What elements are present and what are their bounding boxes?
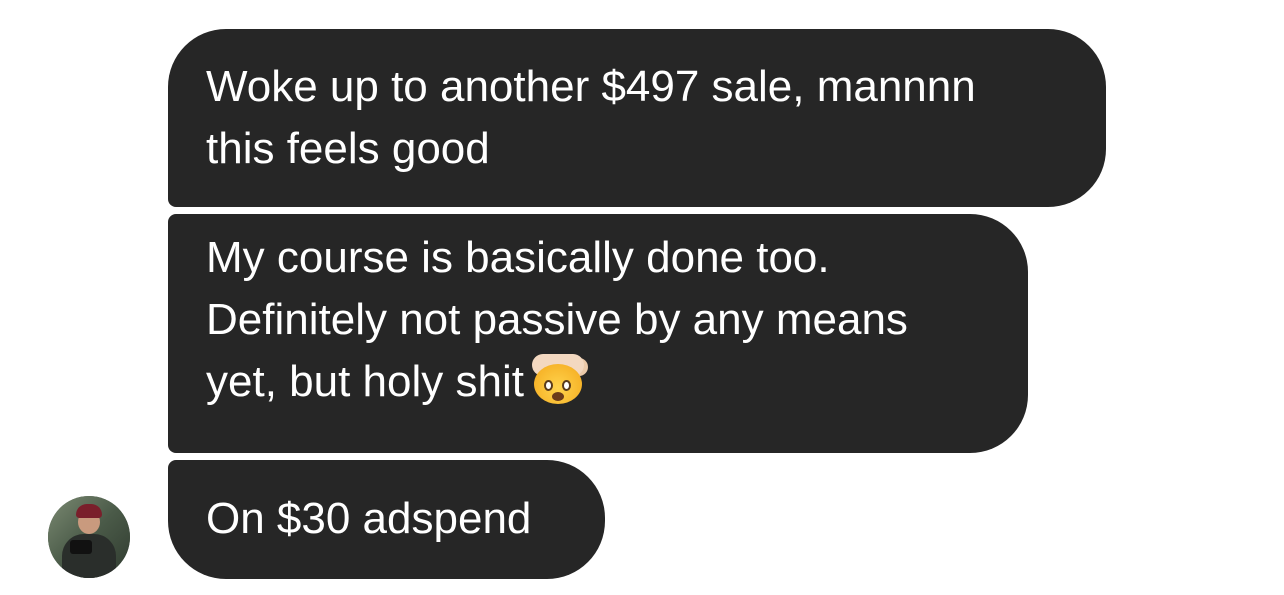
- avatar-hat: [76, 504, 102, 518]
- message-line-with-emoji: yet, but holy shit: [206, 351, 990, 413]
- camera-icon: [70, 540, 92, 554]
- message-line: On $30 adspend: [206, 494, 532, 543]
- message-bubble-3[interactable]: On $30 adspend: [168, 460, 605, 579]
- message-line-text: yet, but holy shit: [206, 357, 524, 406]
- message-line: this feels good: [206, 124, 490, 173]
- exploding-head-icon: [530, 354, 586, 404]
- message-line: Definitely not passive by any means: [206, 295, 908, 344]
- avatar[interactable]: [48, 496, 130, 578]
- message-line: Woke up to another $497 sale, mannnn: [206, 62, 976, 111]
- message-line: My course is basically done too.: [206, 233, 830, 282]
- message-bubble-1[interactable]: Woke up to another $497 sale, mannnn thi…: [168, 29, 1106, 207]
- message-bubble-2[interactable]: My course is basically done too. Definit…: [168, 214, 1028, 453]
